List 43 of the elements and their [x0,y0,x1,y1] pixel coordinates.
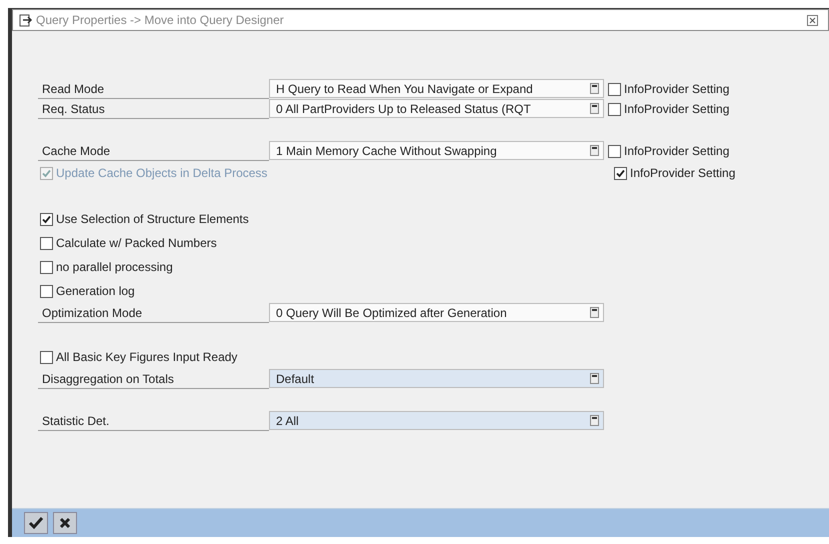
field-label: Cache Mode [38,142,269,160]
field-label: Read Mode [38,80,269,98]
dropdown-field[interactable]: 2 All [269,411,604,430]
cancel-button[interactable] [53,512,77,534]
checkbox-label: InfoProvider Setting [630,166,736,180]
dropdown-field[interactable]: 0 All PartProviders Up to Released Status (RQT [269,99,604,118]
dropdown-field[interactable]: Default [269,369,604,388]
dropdown-icon[interactable] [590,83,599,94]
checkbox-label: Calculate w/ Packed Numbers [56,236,217,250]
checkbox[interactable] [40,236,53,250]
field-label: Req. Status [38,100,269,118]
dropdown-field[interactable]: 1 Main Memory Cache Without Swapping [269,141,604,160]
field-label: Optimization Mode [38,304,269,322]
dropdown-icon[interactable] [590,307,599,318]
checkbox[interactable] [40,350,53,364]
checkbox-label: Update Cache Objects in Delta Process [56,166,268,180]
close-icon [58,516,72,530]
checkbox[interactable] [608,82,621,96]
checkbox[interactable] [608,144,621,158]
dropdown-field[interactable]: H Query to Read When You Navigate or Expand [269,79,604,98]
dropdown-icon[interactable] [590,415,599,426]
confirm-button[interactable] [24,512,48,534]
dropdown-icon[interactable] [590,373,599,384]
checkbox[interactable] [40,260,53,274]
checkbox[interactable] [608,102,621,116]
field-label: Statistic Det. [38,412,269,430]
dropdown-icon[interactable] [590,145,599,156]
checkbox-label: InfoProvider Setting [624,144,730,158]
checkbox-label: Generation log [56,284,135,298]
dropdown-icon[interactable] [590,103,599,114]
checkbox-label: InfoProvider Setting [624,82,730,96]
checkbox[interactable] [40,284,53,298]
dropdown-field[interactable]: 0 Query Will Be Optimized after Generation [269,303,604,322]
checkbox-label: All Basic Key Figures Input Ready [56,350,238,364]
checkmark-icon [28,516,44,530]
close-icon[interactable] [807,14,818,26]
checkbox[interactable] [40,212,53,226]
window-icon [19,14,33,26]
checkbox-label: Use Selection of Structure Elements [56,212,249,226]
checkbox-label: InfoProvider Setting [624,102,730,116]
window-title: Query Properties -> Move into Query Designer [36,13,285,27]
checkbox-label: no parallel processing [56,260,173,274]
field-label: Disaggregation on Totals [38,370,269,388]
